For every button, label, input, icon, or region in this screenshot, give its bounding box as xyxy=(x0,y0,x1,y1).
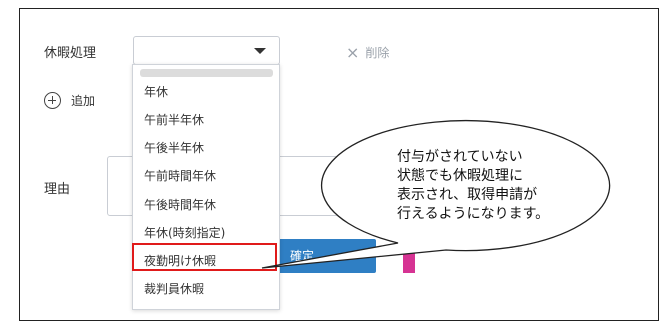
callout-line: 付与がされていない xyxy=(397,149,523,165)
callout-bubble xyxy=(261,119,611,269)
callout-line: 状態でも休暇処理に xyxy=(397,168,523,184)
callout-text: 付与がされていない 状態でも休暇処理に 表示され、取得申請が 行えるようになりま… xyxy=(397,148,549,224)
callout-line: 行えるようになります。 xyxy=(397,206,550,222)
callout-line: 表示され、取得申請が xyxy=(397,187,538,203)
